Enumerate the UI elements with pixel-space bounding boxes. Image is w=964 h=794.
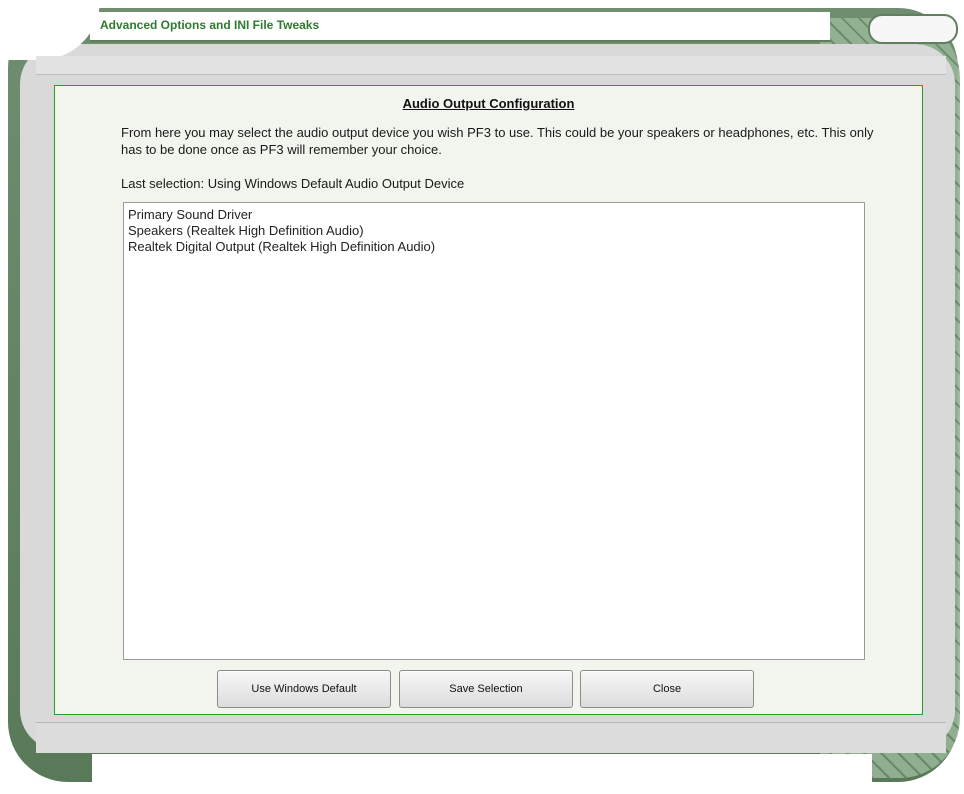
audio-device-list[interactable]: Primary Sound Driver Speakers (Realtek H… (123, 202, 865, 660)
list-item[interactable]: Primary Sound Driver (124, 207, 864, 223)
footer-area (92, 754, 872, 794)
close-button[interactable]: Close (580, 670, 754, 708)
audio-config-panel: Audio Output Configuration From here you… (54, 85, 923, 715)
panel-description: From here you may select the audio outpu… (121, 125, 874, 157)
footer-band (36, 722, 946, 753)
list-item[interactable]: Speakers (Realtek High Definition Audio) (124, 223, 864, 239)
header-band (36, 56, 946, 75)
window-title: Advanced Options and INI File Tweaks (100, 18, 320, 32)
window-control-pill[interactable] (868, 14, 958, 44)
panel-heading: Audio Output Configuration (402, 96, 575, 111)
title-bar: Advanced Options and INI File Tweaks (90, 12, 830, 42)
list-item[interactable]: Realtek Digital Output (Realtek High Def… (124, 239, 864, 255)
use-windows-default-button[interactable]: Use Windows Default (217, 670, 391, 708)
save-selection-button[interactable]: Save Selection (399, 670, 573, 708)
last-selection-text: Last selection: Using Windows Default Au… (121, 176, 465, 191)
